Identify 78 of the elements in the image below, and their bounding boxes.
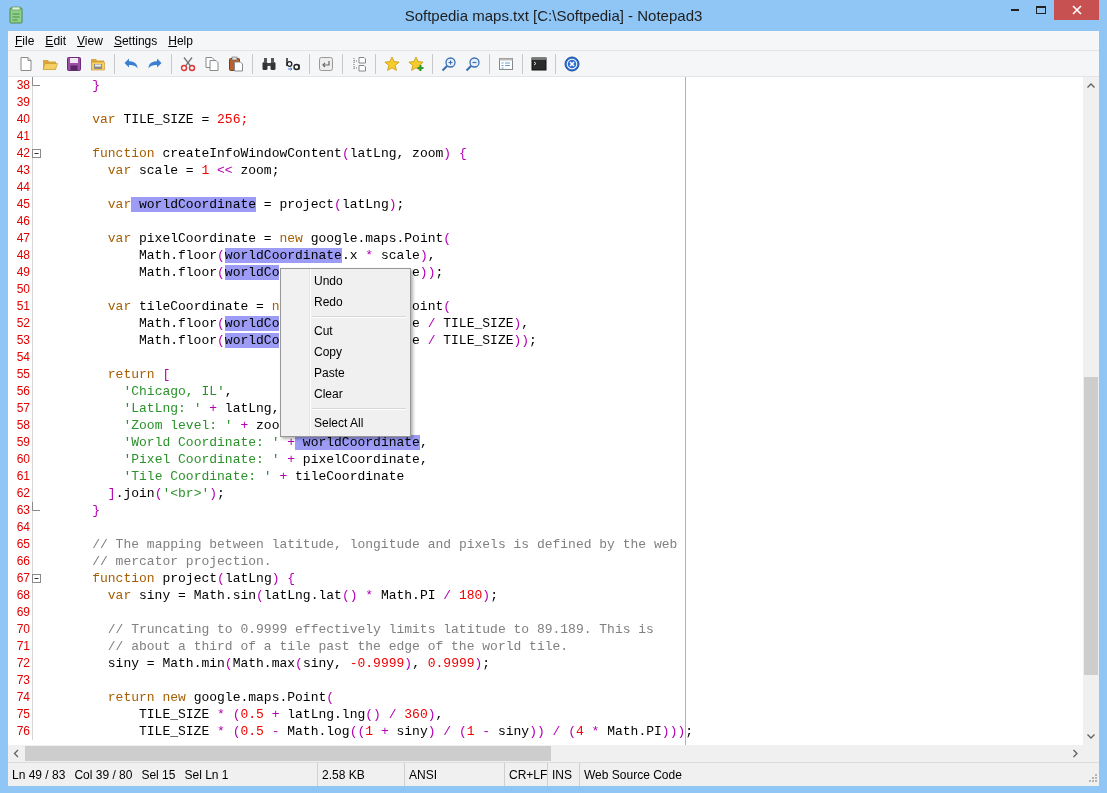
menu-item[interactable]: Paste bbox=[283, 363, 408, 384]
close-icon[interactable] bbox=[1071, 5, 1082, 15]
code-line: return new google.maps.Point( bbox=[107, 690, 335, 705]
code-fragment: oint( bbox=[412, 298, 452, 315]
code-line: Math.floor(worldCo bbox=[139, 265, 280, 280]
status-text: Ln 49 / 83 bbox=[12, 767, 66, 782]
code-line: var TILE_SIZE = 256; bbox=[92, 112, 249, 127]
fold-collapse-icon[interactable] bbox=[32, 149, 41, 158]
enter-key-icon[interactable] bbox=[318, 55, 334, 72]
close-circle-icon[interactable] bbox=[564, 55, 580, 72]
code-line: 'Tile Coordinate: ' + tileCoordinate bbox=[123, 469, 405, 484]
code-line: Math.floor(worldCo bbox=[139, 333, 280, 348]
code-line: Math.floor(worldCoordinate.x * scale), bbox=[139, 248, 436, 263]
code-line: 'LatLng: ' + latLng, bbox=[123, 401, 280, 416]
code-line: function project(latLng) { bbox=[92, 571, 296, 586]
zoom-in-icon[interactable] bbox=[441, 55, 457, 72]
status-text: Col 39 / 80 bbox=[74, 767, 133, 782]
code-line: function createInfoWindowContent(latLng, zoom) { bbox=[92, 146, 467, 161]
clipboard-icon[interactable] bbox=[228, 55, 244, 72]
scissors-icon[interactable] bbox=[180, 55, 196, 72]
code-line: var siny = Math.sin(latLng.lat() * Math.PI / 180); bbox=[107, 588, 498, 603]
code-line: 'Pixel Coordinate: ' + pixelCoordinate, bbox=[123, 452, 428, 467]
menu-item[interactable]: File bbox=[10, 31, 41, 50]
status-text: 2.58 KB bbox=[322, 767, 365, 782]
menu-item[interactable]: Help bbox=[163, 31, 199, 50]
status-text: INS bbox=[552, 767, 572, 782]
code-line: 'Chicago, IL', bbox=[123, 384, 233, 399]
replace-icon[interactable] bbox=[285, 55, 301, 72]
resize-grip-icon[interactable] bbox=[1086, 773, 1098, 785]
code-fragment: e / TILE_SIZE)); bbox=[412, 332, 537, 349]
code-line: siny = Math.min(Math.max(siny, -0.9999), 0.9999); bbox=[107, 656, 491, 671]
terminal-icon[interactable] bbox=[531, 55, 547, 72]
outline-icon[interactable] bbox=[351, 55, 367, 72]
new-file-icon[interactable] bbox=[18, 55, 34, 72]
code-line: ].join('<br>'); bbox=[107, 486, 225, 501]
window-icon[interactable] bbox=[498, 55, 514, 72]
code-line: // mercator projection. bbox=[92, 554, 272, 569]
code-line: Math.floor(worldCo bbox=[139, 316, 280, 331]
code-line: TILE_SIZE * (0.5 + latLng.lng() / 360), bbox=[139, 707, 444, 722]
code-fragment: e / TILE_SIZE), bbox=[412, 315, 530, 332]
status-text: Sel Ln 1 bbox=[184, 767, 229, 782]
code-line: 'Zoom level: ' + zoo bbox=[123, 418, 280, 433]
maximize-icon[interactable] bbox=[1036, 6, 1046, 14]
star-plus-icon[interactable] bbox=[408, 55, 424, 72]
code-line: // The mapping between latitude, longitude and pixels is defined by the web bbox=[92, 537, 678, 552]
menu-item[interactable]: Cut bbox=[283, 321, 408, 342]
code-line: } bbox=[92, 78, 101, 93]
menu-item[interactable]: Undo bbox=[283, 271, 408, 292]
binoculars-icon[interactable] bbox=[261, 55, 277, 72]
star-icon[interactable] bbox=[384, 55, 400, 72]
zoom-out-icon[interactable] bbox=[465, 55, 481, 72]
horizontal-scrollbar[interactable] bbox=[8, 745, 1083, 762]
menu-item[interactable]: View bbox=[72, 31, 109, 50]
status-text: CR+LF bbox=[509, 767, 548, 782]
fold-collapse-icon[interactable] bbox=[32, 574, 41, 583]
menu-item[interactable]: Select All bbox=[283, 413, 408, 434]
code-line: var scale = 1 << zoom; bbox=[107, 163, 280, 178]
code-line: return [ bbox=[107, 367, 171, 382]
status-text: ANSI bbox=[409, 767, 437, 782]
menu-item[interactable]: Redo bbox=[283, 292, 408, 313]
menu-item[interactable]: Edit bbox=[40, 31, 73, 50]
code-line: // about a third of a tile past the edge of the world tile. bbox=[107, 639, 569, 654]
code-line: var pixelCoordinate = new google.maps.Point( bbox=[107, 231, 452, 246]
menu-item[interactable]: Clear bbox=[283, 384, 408, 405]
status-text: Web Source Code bbox=[584, 767, 682, 782]
vertical-scrollbar[interactable] bbox=[1083, 77, 1099, 745]
code-line: var worldCoordinate = project(latLng); bbox=[107, 197, 405, 212]
code-line: TILE_SIZE * (0.5 - Math.log((1 + siny) / (1 - siny)) / (4 * Math.PI))); bbox=[139, 724, 694, 739]
window-title: Softpedia maps.txt [C:\Softpedia] - Notepad3 bbox=[404, 7, 703, 24]
copy-icon[interactable] bbox=[204, 55, 220, 72]
status-text: Sel 15 bbox=[141, 767, 176, 782]
code-line: var tileCoordinate = n bbox=[107, 299, 280, 314]
code-line: } bbox=[92, 503, 101, 518]
notepad-icon bbox=[8, 6, 24, 24]
code-fragment: e)); bbox=[412, 264, 444, 281]
menu-item[interactable]: Copy bbox=[283, 342, 408, 363]
menu-item[interactable]: Settings bbox=[108, 31, 164, 50]
code-line: // Truncating to 0.9999 effectively limits latitude to 89.189. This is bbox=[107, 622, 654, 637]
